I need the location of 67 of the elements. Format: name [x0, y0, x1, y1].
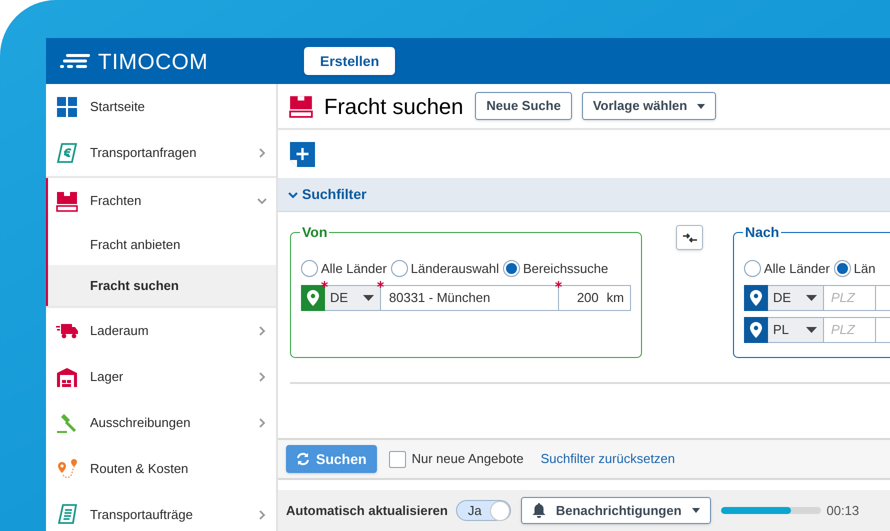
- country-select[interactable]: DE: [768, 284, 824, 310]
- pallet-box-icon: [288, 94, 314, 118]
- radio-option[interactable]: Länderauswahl: [390, 259, 499, 278]
- sidebar-item[interactable]: Routen & Kosten: [46, 446, 276, 492]
- radio-option[interactable]: Alle Länder: [744, 259, 830, 278]
- sidebar-item[interactable]: Startseite: [46, 84, 276, 130]
- radio-button[interactable]: [502, 260, 520, 278]
- reset-link[interactable]: Suchfilter zurücksetzen: [540, 449, 676, 469]
- new-search-button[interactable]: Neue Suche: [475, 92, 572, 120]
- country-select[interactable]: PL: [768, 316, 824, 342]
- document-list-icon: [56, 504, 78, 526]
- radio-button[interactable]: [301, 260, 318, 278]
- panel-legend: Von: [300, 222, 330, 243]
- sidebar-item[interactable]: Laderaum: [46, 308, 276, 354]
- location-pin-icon: [307, 290, 319, 306]
- radio-option[interactable]: Alle Länder: [301, 259, 387, 278]
- location-pin-icon: [750, 290, 762, 306]
- pin-button[interactable]: [301, 284, 325, 310]
- location-pin-icon: [750, 322, 762, 338]
- page-title: Fracht suchen: [324, 92, 464, 120]
- gavel-icon: [56, 412, 78, 434]
- euro-document-icon: [56, 142, 78, 164]
- panel-legend: Nach: [743, 222, 782, 243]
- dropdown-button[interactable]: Vorlage wählen: [582, 92, 716, 120]
- required-icon: [555, 280, 562, 288]
- create-button[interactable]: Erstellen: [304, 47, 396, 75]
- sidebar-item[interactable]: Transportanfragen: [46, 130, 276, 176]
- caret-icon: [363, 294, 374, 300]
- required-icon: [321, 280, 328, 288]
- unit-label: km: [606, 288, 624, 307]
- radio-button[interactable]: [834, 260, 851, 278]
- add-document-icon: [290, 142, 315, 166]
- postcode-field[interactable]: PLZ: [824, 316, 876, 342]
- warehouse-icon: [56, 366, 78, 388]
- radio-option[interactable]: Län: [834, 259, 876, 278]
- pin-button[interactable]: [744, 316, 768, 342]
- sidebar-item[interactable]: Lager: [46, 354, 276, 400]
- toggle-switch[interactable]: Ja: [456, 500, 511, 521]
- swap-button[interactable]: [676, 225, 703, 250]
- radio-option[interactable]: Bereichssuche: [502, 259, 608, 278]
- auto-update-label: Automatisch aktualisieren: [286, 502, 448, 520]
- required-icon: [377, 280, 384, 288]
- filter-section-header[interactable]: Suchfilter: [278, 178, 890, 212]
- add-button[interactable]: [290, 142, 315, 166]
- sidebar-item[interactable]: Frachten: [46, 178, 276, 224]
- radio-button[interactable]: [744, 260, 761, 278]
- sidebar-item[interactable]: Ausschreibungen: [46, 400, 276, 446]
- pallet-box-icon: [56, 190, 78, 212]
- pin-button[interactable]: [744, 284, 768, 310]
- checkbox[interactable]: [388, 450, 406, 468]
- logo-icon: [60, 53, 90, 69]
- radio-button[interactable]: [390, 260, 408, 278]
- route-pins-icon: [56, 458, 78, 480]
- grid-icon: [56, 96, 78, 118]
- refresh-icon: [296, 452, 310, 466]
- swap-arrows-icon: [682, 232, 696, 242]
- caret-icon: [806, 294, 817, 300]
- sidebar-subitem[interactable]: Fracht suchen: [46, 265, 276, 306]
- bell-icon: [532, 503, 546, 518]
- logo-text: TIMOCOM: [98, 48, 208, 76]
- sidebar-item[interactable]: Transportaufträge: [46, 492, 276, 531]
- notifications-button[interactable]: Benachrichtigungen: [520, 497, 711, 524]
- checkbox-option[interactable]: Nur neue Angebote: [388, 449, 524, 469]
- caret-icon: [692, 508, 700, 513]
- countdown-reading: 00:13: [826, 502, 860, 520]
- caret-icon: [806, 326, 817, 332]
- postcode-field[interactable]: PLZ: [824, 284, 876, 310]
